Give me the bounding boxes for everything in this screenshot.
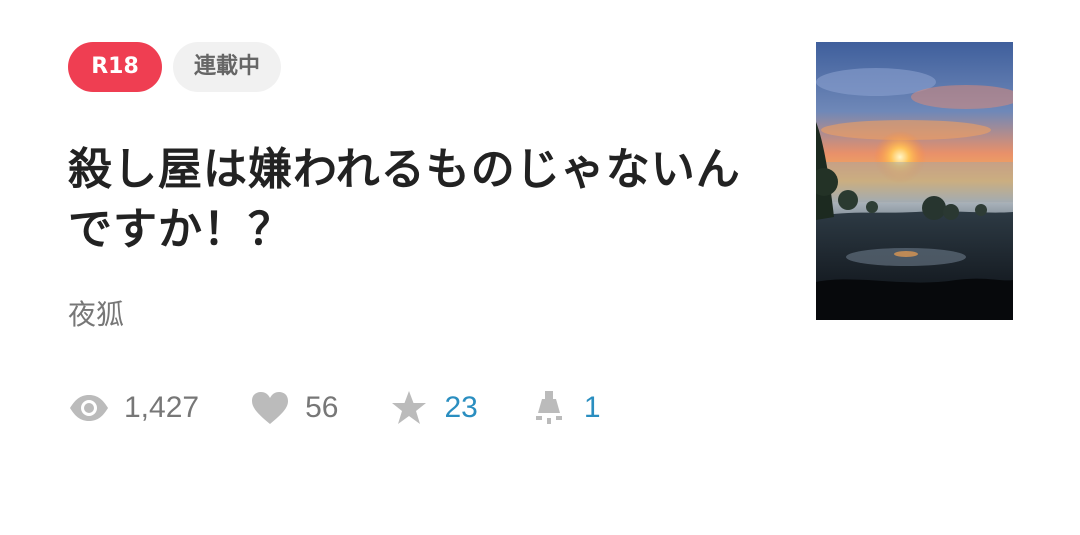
- cover-image[interactable]: [816, 42, 1013, 320]
- comment-count-value: 1: [583, 391, 601, 424]
- like-count: 56: [249, 387, 338, 429]
- like-count-value: 56: [305, 391, 339, 424]
- bookmark-count-value: 23: [444, 391, 478, 424]
- serialization-status-badge: 連載中: [173, 42, 282, 92]
- view-count: 1,427: [68, 387, 199, 429]
- work-card[interactable]: R18 連載中 殺し屋は嫌われるものじゃないんですか！？ 夜狐 1,427 56: [0, 0, 1080, 535]
- comment-count: 1: [528, 387, 601, 429]
- work-title[interactable]: 殺し屋は嫌われるものじゃないんですか！？: [68, 140, 768, 260]
- author-name[interactable]: 夜狐: [68, 293, 124, 333]
- badge-row: R18 連載中: [68, 42, 282, 92]
- eye-icon: [68, 387, 110, 429]
- stats-row: 1,427 56 23 1: [68, 386, 651, 430]
- spotlight-icon: [528, 387, 570, 429]
- bookmark-count: 23: [388, 387, 478, 429]
- view-count-value: 1,427: [124, 391, 200, 424]
- star-icon: [388, 387, 430, 429]
- r18-badge: R18: [68, 42, 162, 92]
- heart-icon: [249, 387, 291, 429]
